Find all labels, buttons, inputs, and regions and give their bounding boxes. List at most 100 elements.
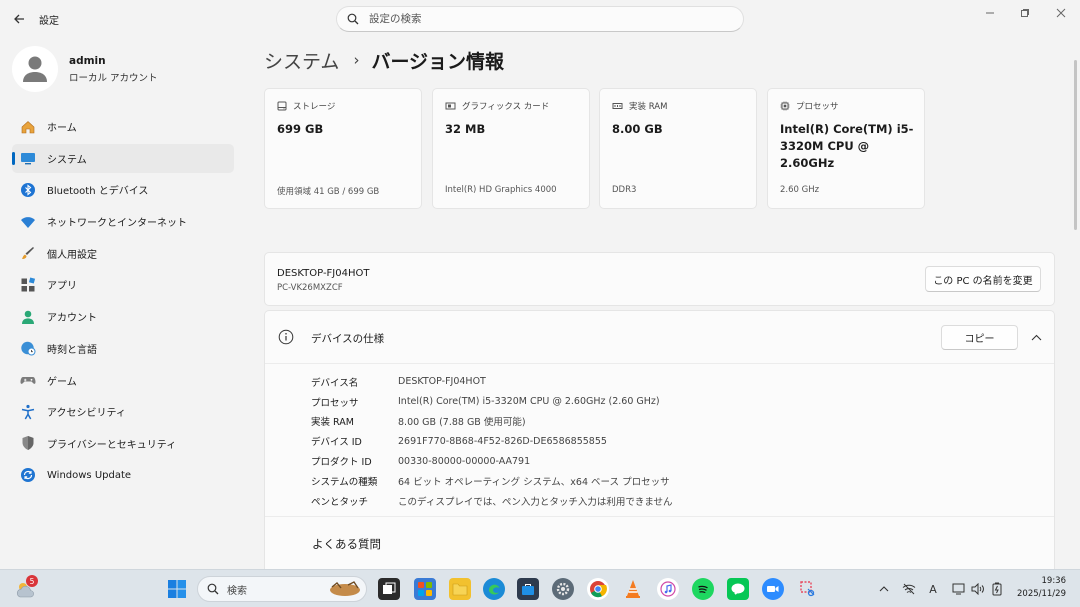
taskbar-app-line[interactable] [727, 578, 749, 600]
copy-button[interactable]: コピー [941, 325, 1018, 350]
device-specs-panel: デバイスの仕様 コピー デバイス名 DESKTOP-FJ04HOT プロセッサ In… [264, 310, 1055, 570]
store-icon [522, 584, 534, 595]
spec-rows: デバイス名 DESKTOP-FJ04HOT プロセッサ Intel(R) Core(… [311, 372, 673, 511]
search-input[interactable] [369, 13, 729, 25]
storage-icon [277, 101, 287, 111]
taskbar-app-settings[interactable] [552, 578, 574, 600]
avatar [12, 46, 58, 92]
taskbar: 5 検索 A 19:36 2025/11/29 [0, 569, 1080, 607]
sidebar-item-time-language[interactable]: 時刻と言語 [12, 334, 234, 363]
sidebar-item-network[interactable]: ネットワークとインターネット [12, 207, 234, 236]
taskbar-app-widgets[interactable] [414, 578, 436, 600]
breadcrumb-parent[interactable]: システム [264, 47, 339, 74]
sidebar-item-home[interactable]: ホーム [12, 112, 234, 141]
rename-pc-button[interactable]: この PC の名前を変更 [925, 266, 1041, 292]
system-icon [20, 150, 36, 166]
spotify-icon [698, 585, 708, 594]
card-value: 699 GB [277, 122, 324, 136]
app-title: 設定 [39, 16, 59, 27]
spec-row: デバイス名 DESKTOP-FJ04HOT [311, 376, 486, 389]
globe-clock-icon [20, 340, 36, 356]
taskbar-search-label: 検索 [227, 585, 247, 597]
sidebar-item-bluetooth[interactable]: Bluetooth とデバイス [12, 175, 234, 204]
tray-display[interactable] [949, 580, 967, 598]
start-button[interactable] [167, 579, 187, 599]
tray-battery[interactable] [988, 580, 1006, 598]
taskbar-app-task-view[interactable] [378, 578, 400, 600]
card-value: Intel(R) Core(TM) i5-3320M CPU @ 2.60GHz [780, 122, 914, 170]
maximize-button[interactable] [1010, 4, 1040, 22]
device-model: PC-VK26MXZCF [277, 283, 343, 293]
faq-heading: よくある質問 [312, 537, 381, 551]
card-sub: 使用領域 41 GB / 699 GB [277, 187, 380, 197]
snipping-tool-icon [800, 581, 815, 597]
close-button[interactable] [1046, 4, 1076, 22]
sidebar-item-personalization[interactable]: 個人用設定 [12, 239, 234, 268]
wifi-icon [20, 214, 36, 230]
speaker-icon [971, 583, 984, 595]
card-sub: DDR3 [612, 185, 637, 195]
taskbar-app-spotify[interactable] [692, 578, 714, 600]
taskbar-search[interactable]: 検索 [197, 576, 367, 602]
edge-icon [488, 584, 500, 595]
collapse-button[interactable] [1028, 329, 1044, 345]
taskbar-app-chrome[interactable] [587, 578, 609, 600]
clock-date: 2025/11/29 [1017, 589, 1066, 599]
profile-name: admin [69, 54, 106, 67]
device-specs-title: デバイスの仕様 [311, 333, 385, 345]
chevron-up-icon [1031, 334, 1041, 340]
bluetooth-icon [20, 182, 36, 198]
taskbar-app-explorer[interactable] [449, 578, 471, 600]
close-icon [1056, 8, 1066, 18]
back-arrow-icon [14, 14, 24, 24]
taskbar-app-store[interactable] [517, 578, 539, 600]
ram-card[interactable]: 実装 RAM 8.00 GB DDR3 [599, 88, 757, 209]
scrollbar[interactable] [1074, 60, 1077, 230]
spec-row: プロセッサ Intel(R) Core(TM) i5-3320M CPU @ 2.… [311, 396, 660, 409]
profile-account-type: ローカル アカウント [69, 72, 158, 84]
taskbar-app-edge[interactable] [483, 578, 505, 600]
processor-card[interactable]: プロセッサ Intel(R) Core(TM) i5-3320M CPU @ 2… [767, 88, 925, 209]
tray-network-status[interactable] [900, 580, 918, 598]
search-icon [207, 583, 219, 595]
sidebar-item-apps[interactable]: アプリ [12, 270, 234, 299]
minimize-button[interactable] [975, 4, 1005, 22]
faq-section[interactable]: よくある質問 [265, 516, 1054, 572]
ime-indicator[interactable]: A [924, 580, 942, 598]
sidebar-item-gaming[interactable]: ゲーム [12, 366, 234, 395]
breadcrumb: システム › バージョン情報 [264, 45, 504, 75]
storage-card[interactable]: ストレージ 699 GB 使用領域 41 GB / 699 GB [264, 88, 422, 209]
windows-logo-icon [168, 580, 186, 598]
title-bar: 設定 [0, 0, 1080, 38]
taskbar-app-zoom[interactable] [762, 578, 784, 600]
ram-icon [612, 103, 623, 109]
tray-volume[interactable] [969, 580, 987, 598]
taskbar-clock[interactable]: 19:36 2025/11/29 [1017, 576, 1066, 599]
sidebar-item-accessibility[interactable]: アクセシビリティ [12, 397, 234, 426]
tray-overflow-button[interactable] [875, 580, 893, 598]
sidebar-item-windows-update[interactable]: Windows Update [12, 461, 234, 490]
taskbar-app-snipping[interactable] [797, 578, 819, 600]
card-value: 32 MB [445, 122, 486, 136]
search-highlight-icon [330, 581, 360, 596]
shield-icon [20, 435, 36, 451]
card-value: 8.00 GB [612, 122, 663, 136]
graphics-card[interactable]: グラフィックス カード 32 MB Intel(R) HD Graphics 4… [432, 88, 590, 209]
monitor-icon [952, 583, 964, 595]
user-profile[interactable]: admin ローカル アカウント [12, 44, 242, 94]
sidebar-item-privacy[interactable]: プライバシーとセキュリティ [12, 429, 234, 458]
taskbar-app-vlc[interactable] [622, 578, 644, 600]
settings-search[interactable] [336, 6, 744, 32]
taskbar-app-itunes[interactable] [657, 578, 679, 600]
sidebar-item-system[interactable]: システム [12, 143, 234, 173]
battery-charging-icon [992, 582, 1002, 596]
back-button[interactable] [8, 8, 30, 30]
cpu-icon [780, 101, 790, 111]
device-specs-header[interactable]: デバイスの仕様 コピー [265, 311, 1054, 364]
brush-icon [20, 245, 36, 261]
account-icon [20, 309, 36, 325]
sidebar-item-accounts[interactable]: アカウント [12, 302, 234, 331]
gpu-icon [445, 102, 456, 110]
apps-icon [20, 277, 36, 293]
card-sub: 2.60 GHz [780, 185, 820, 195]
